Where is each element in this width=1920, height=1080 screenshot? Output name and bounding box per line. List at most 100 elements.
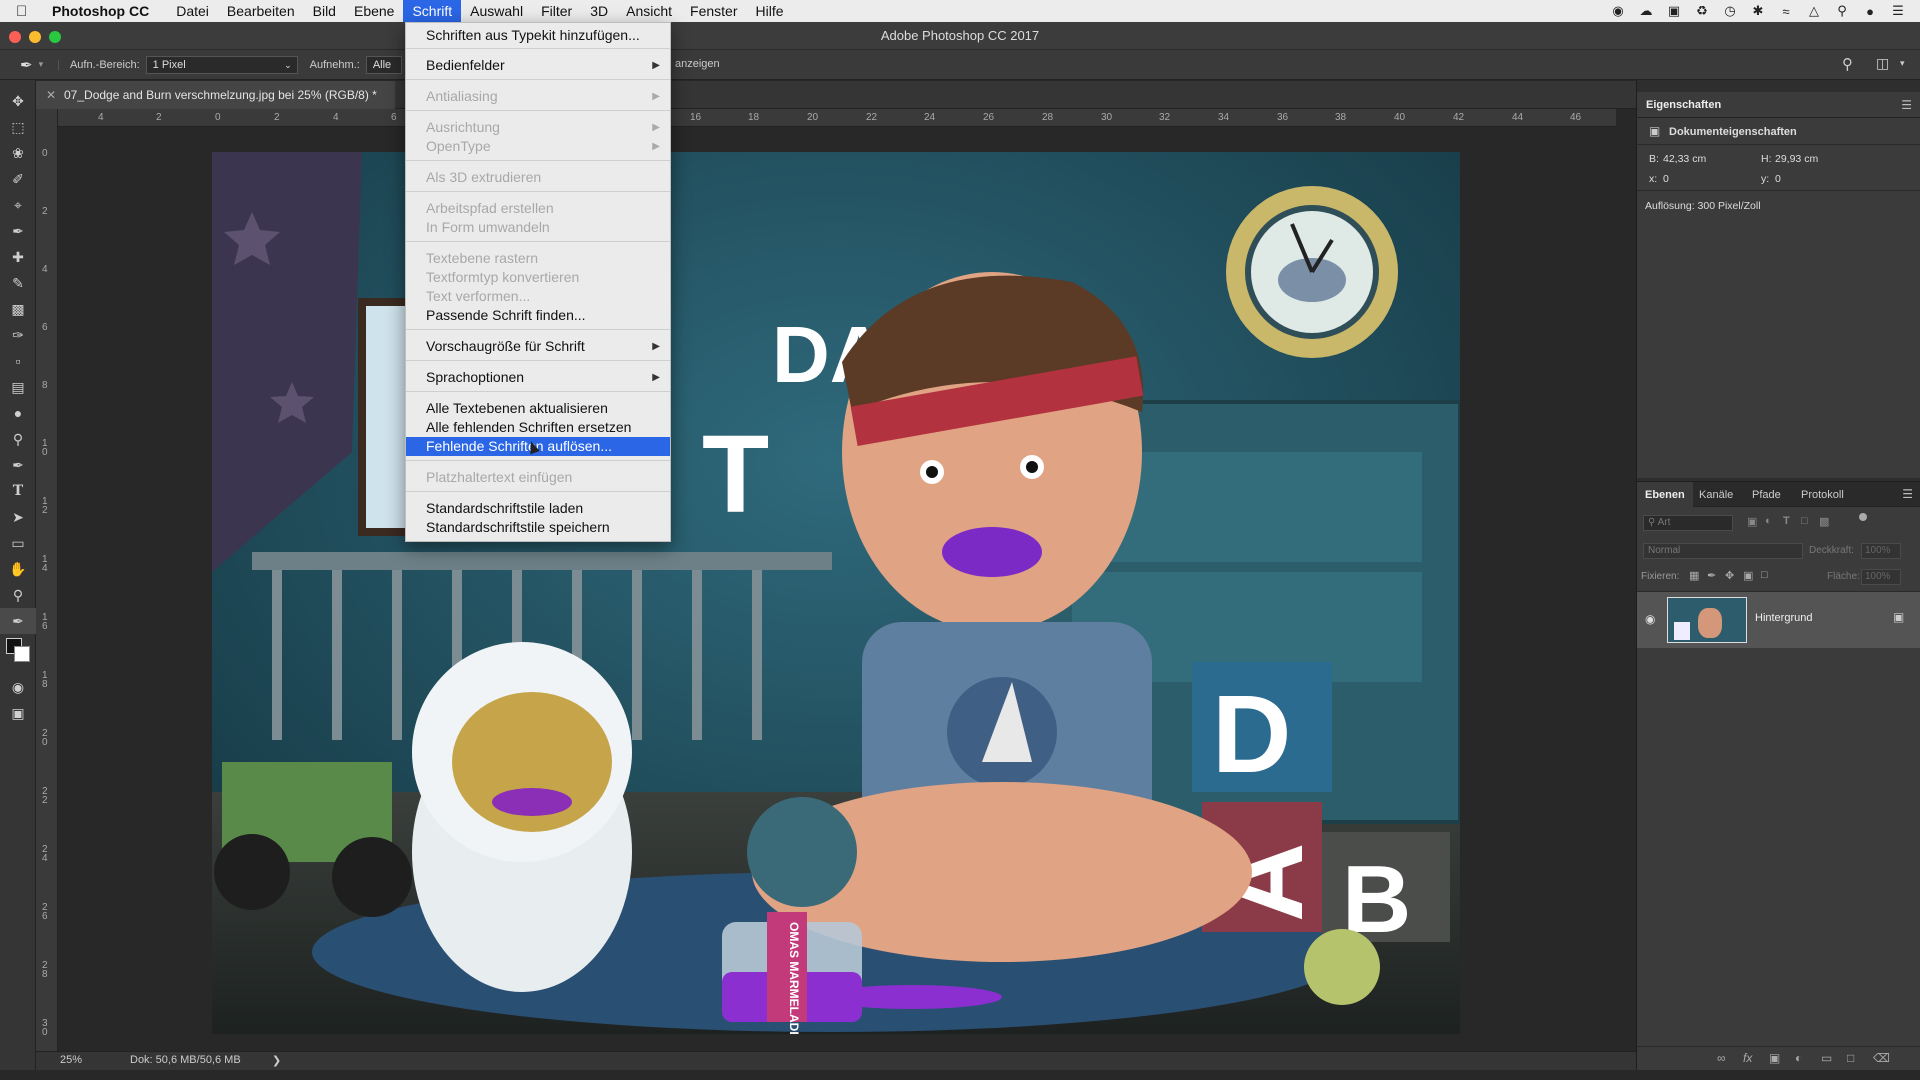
screen-mode-icon[interactable]: ▣ (0, 700, 36, 726)
lock-transparent-icon[interactable]: ▦ (1689, 569, 1699, 582)
clone-stamp-icon[interactable]: ▩ (0, 296, 36, 322)
menu-schrift[interactable]: Schrift (403, 0, 462, 22)
height-value[interactable]: 29,93 cm (1775, 153, 1818, 165)
zoom-level[interactable]: 25% (60, 1054, 82, 1066)
lock-artboard-icon[interactable]: ▣ (1743, 569, 1753, 582)
new-group-icon[interactable]: ▭ (1821, 1051, 1832, 1065)
marquee-tool-icon[interactable]: ⬚ (0, 114, 36, 140)
menu-hilfe[interactable]: Hilfe (747, 0, 793, 22)
menu-ebene[interactable]: Ebene (345, 0, 403, 22)
status-menu-chevron-icon[interactable]: ❯ (272, 1054, 281, 1067)
filter-pixel-icon[interactable]: ▣ (1747, 515, 1757, 528)
menu-app-name[interactable]: Photoshop CC (52, 3, 149, 19)
lock-all-icon[interactable]: □ (1761, 569, 1768, 581)
menu-item[interactable]: Standardschriftstile speichern (406, 518, 670, 537)
healing-brush-icon[interactable]: ✚ (0, 244, 36, 270)
x-value[interactable]: 0 (1663, 173, 1669, 185)
spotlight-icon[interactable]: ⚲ (1834, 3, 1850, 19)
history-brush-icon[interactable]: ✑ (0, 322, 36, 348)
zoom-tool-icon[interactable]: ⚲ (0, 582, 36, 608)
filter-smart-icon[interactable]: ▩ (1819, 515, 1829, 528)
close-tab-icon[interactable]: ✕ (46, 81, 56, 109)
tab-pfade[interactable]: Pfade (1752, 489, 1781, 501)
workspace-icon[interactable]: ◫ (1876, 55, 1889, 72)
wifi-icon[interactable]: ≈ (1778, 4, 1794, 19)
rectangle-tool-icon[interactable]: ▭ (0, 530, 36, 556)
add-mask-icon[interactable]: ▣ (1769, 1051, 1780, 1065)
artwork-image[interactable]: DA T D A B OMAS MARMELADE (212, 152, 1460, 1034)
document-size[interactable]: Dok: 50,6 MB/50,6 MB (130, 1054, 241, 1066)
delete-layer-icon[interactable]: ⌫ (1873, 1051, 1890, 1065)
gradient-tool-icon[interactable]: ▤ (0, 374, 36, 400)
layer-filter-input[interactable]: ⚲ Art (1643, 515, 1733, 531)
tool-preset-chevron-icon[interactable]: ▾ (39, 59, 44, 70)
display-icon[interactable]: ▣ (1666, 3, 1682, 19)
menu-filter[interactable]: Filter (532, 0, 581, 22)
dodge-tool-icon[interactable]: ⚲ (0, 426, 36, 452)
link-layers-icon[interactable]: ∞ (1717, 1051, 1726, 1065)
airplay-icon[interactable]: △ (1806, 3, 1822, 19)
hand-tool-icon[interactable]: ✋ (0, 556, 36, 582)
tab-protokoll[interactable]: Protokoll (1801, 489, 1844, 501)
move-tool-icon[interactable]: ✥ (0, 88, 36, 114)
color-sampler-icon[interactable]: ✒ (0, 608, 36, 634)
menu-bearbeiten[interactable]: Bearbeiten (218, 0, 304, 22)
adjustment-layer-icon[interactable]: ◐ (1795, 1051, 1802, 1065)
y-value[interactable]: 0 (1775, 173, 1781, 185)
panel-menu-icon[interactable]: ☰ (1901, 98, 1912, 112)
workspace-chevron-icon[interactable]: ▾ (1900, 58, 1905, 69)
apple-icon[interactable]:  (16, 3, 38, 20)
filter-adjust-icon[interactable]: ◐ (1765, 515, 1772, 527)
menu-ansicht[interactable]: Ansicht (617, 0, 681, 22)
width-value[interactable]: 42,33 cm (1663, 153, 1706, 165)
layer-name[interactable]: Hintergrund (1755, 612, 1812, 624)
opacity-input[interactable]: 100% (1861, 543, 1901, 559)
menu-item[interactable]: Bedienfelder ▶ (406, 56, 670, 75)
menu-fenster[interactable]: Fenster (681, 0, 746, 22)
menu-datei[interactable]: Datei (167, 0, 218, 22)
crop-tool-icon[interactable]: ⌖ (0, 192, 36, 218)
pen-tool-icon[interactable]: ✒ (0, 452, 36, 478)
bluetooth-icon[interactable]: ✱ (1750, 3, 1766, 19)
tab-kanaele[interactable]: Kanäle (1699, 489, 1733, 501)
background-color-swatch[interactable] (14, 646, 30, 662)
tab-ebenen[interactable]: Ebenen (1637, 482, 1693, 508)
menu-item[interactable]: Sprachoptionen ▶ (406, 368, 670, 387)
menu-item[interactable]: Passende Schrift finden... (406, 306, 670, 325)
properties-panel-header[interactable]: Eigenschaften ☰ (1637, 92, 1920, 118)
path-select-icon[interactable]: ➤ (0, 504, 36, 530)
eyedropper-tool-icon[interactable]: ✒ (20, 56, 33, 74)
canvas-area[interactable]: DA T D A B OMAS MARMELADE (58, 127, 1616, 1051)
eraser-tool-icon[interactable]: ▫ (0, 348, 36, 374)
menu-item[interactable]: Alle fehlenden Schriften ersetzen (406, 418, 670, 437)
layer-style-icon[interactable]: fx (1743, 1051, 1752, 1065)
new-layer-icon[interactable]: □ (1847, 1051, 1854, 1065)
quick-mask-icon[interactable]: ◉ (0, 674, 36, 700)
filter-type-icon[interactable]: T (1783, 515, 1790, 527)
layer-visibility-eye-icon[interactable]: ◉ (1645, 612, 1655, 626)
record-icon[interactable]: ◉ (1610, 3, 1626, 19)
filter-toggle-icon[interactable] (1859, 513, 1867, 521)
brush-tool-icon[interactable]: ✎ (0, 270, 36, 296)
layer-row[interactable]: ◉ Hintergrund ▣ (1637, 592, 1920, 648)
sample-layers-select[interactable]: Alle Eb (365, 55, 402, 74)
siri-icon[interactable]: ● (1862, 4, 1878, 19)
lock-position-icon[interactable]: ✥ (1725, 569, 1734, 582)
time-machine-icon[interactable]: ◷ (1722, 3, 1738, 19)
type-tool-icon[interactable]: T (0, 478, 36, 504)
sync-icon[interactable]: ♻ (1694, 3, 1710, 19)
menu-bild[interactable]: Bild (304, 0, 345, 22)
sample-size-select[interactable]: 1 Pixel ⌄ (145, 55, 298, 74)
lasso-tool-icon[interactable]: ❀ (0, 140, 36, 166)
search-icon[interactable]: ⚲ (1842, 55, 1853, 73)
notification-icon[interactable]: ☰ (1890, 3, 1906, 19)
menu-item[interactable]: Schriften aus Typekit hinzufügen... (406, 26, 670, 45)
blend-mode-select[interactable]: Normal (1643, 543, 1803, 559)
menu-item[interactable]: Standardschriftstile laden (406, 499, 670, 518)
menu-3d[interactable]: 3D (581, 0, 617, 22)
quick-select-tool-icon[interactable]: ✐ (0, 166, 36, 192)
menu-item[interactable]: Alle Textebenen aktualisieren (406, 399, 670, 418)
menu-auswahl[interactable]: Auswahl (461, 0, 532, 22)
menu-item[interactable]: Vorschaugröße für Schrift ▶ (406, 337, 670, 356)
blur-tool-icon[interactable]: ● (0, 400, 36, 426)
